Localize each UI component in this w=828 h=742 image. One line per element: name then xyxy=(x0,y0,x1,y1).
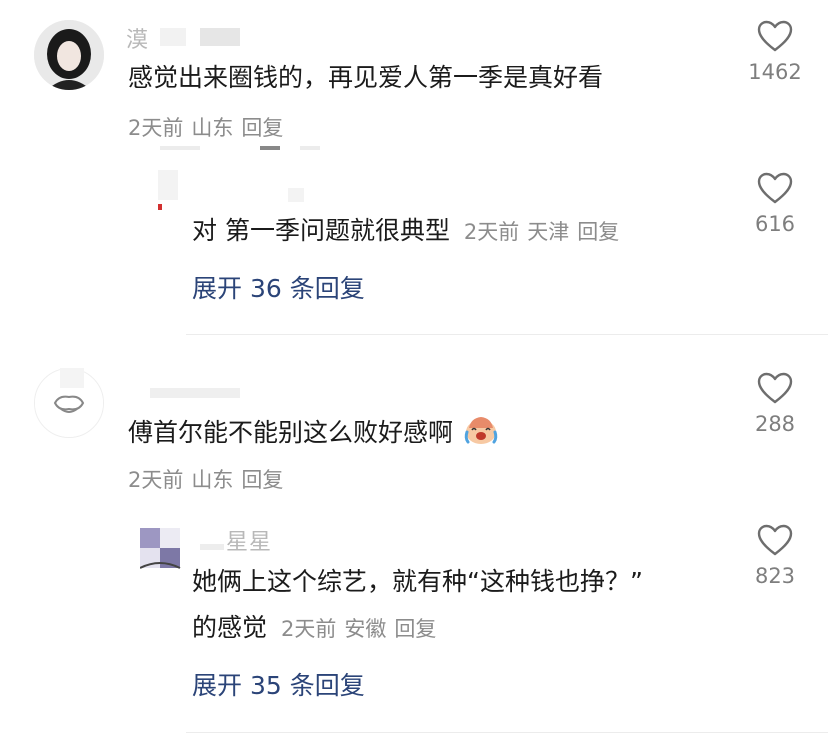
heart-icon[interactable] xyxy=(757,372,793,404)
heart-icon[interactable] xyxy=(757,20,793,52)
mosaic-block xyxy=(160,146,200,150)
reply-location: 安徽 xyxy=(344,617,387,641)
reply-location: 天津 xyxy=(527,220,570,244)
mosaic-block xyxy=(200,28,240,46)
like-button[interactable]: 616 xyxy=(740,172,810,236)
mosaic-block xyxy=(288,188,304,202)
reply-date: 2天前 xyxy=(280,617,337,641)
avatar[interactable] xyxy=(140,528,184,572)
username[interactable]: 漠 xyxy=(126,22,149,54)
mosaic-block xyxy=(260,146,280,150)
heart-icon[interactable] xyxy=(757,524,793,556)
username-text: 漠 xyxy=(126,28,150,53)
comment-meta: 2天前 山东 回复 xyxy=(128,112,291,142)
divider xyxy=(186,732,828,733)
username-text: 星星 xyxy=(226,530,273,555)
avatar[interactable] xyxy=(140,168,184,212)
comment-text: 感觉出来圈钱的，再见爱人第一季是真好看 xyxy=(128,63,604,92)
reply-text-line-1: 她俩上这个综艺，就有种“这种钱也挣？” xyxy=(192,567,643,596)
like-count: 288 xyxy=(754,412,796,436)
mosaic-block xyxy=(160,28,186,46)
username[interactable]: 星星 xyxy=(226,524,272,556)
reply-date: 2天前 xyxy=(463,220,520,244)
reply-text-content: 的感觉 xyxy=(192,613,268,642)
reply-text: 对 第一季问题就很典型 2天前 天津 回复 xyxy=(192,215,627,246)
like-button[interactable]: 823 xyxy=(740,524,810,588)
comment-text-content: 傅首尔能不能别这么败好感啊 xyxy=(128,418,454,447)
mosaic-block xyxy=(150,388,240,398)
comment-date: 2天前 xyxy=(128,468,184,492)
comment-meta: 2天前 山东 回复 xyxy=(128,464,291,494)
mosaic-block xyxy=(60,368,84,388)
comment-date: 2天前 xyxy=(128,116,184,140)
like-count: 823 xyxy=(754,564,796,588)
reply-text-content: 对 第一季问题就很典型 xyxy=(192,216,450,245)
reply-button[interactable]: 回复 xyxy=(241,468,283,492)
reply-button[interactable]: 回复 xyxy=(577,220,619,244)
reply-meta: 2天前 安徽 回复 xyxy=(281,617,444,641)
heart-icon[interactable] xyxy=(757,172,793,204)
comment-text: 傅首尔能不能别这么败好感啊 xyxy=(128,414,499,453)
like-button[interactable]: 288 xyxy=(740,372,810,436)
divider xyxy=(186,334,828,335)
like-count: 616 xyxy=(754,212,796,236)
comment-location: 山东 xyxy=(191,468,234,492)
mosaic-block xyxy=(300,146,320,150)
reply-meta: 2天前 天津 回复 xyxy=(464,220,627,244)
expand-replies-button[interactable]: 展开 36 条回复 xyxy=(192,269,365,305)
comment-location: 山东 xyxy=(191,116,234,140)
like-button[interactable]: 1462 xyxy=(740,20,810,84)
reply-text-line-2: 的感觉 2天前 安徽 回复 xyxy=(192,612,444,643)
reply-button[interactable]: 回复 xyxy=(241,116,283,140)
reply-button[interactable]: 回复 xyxy=(394,617,436,641)
mosaic-block xyxy=(200,544,224,550)
avatar[interactable] xyxy=(34,20,104,90)
expand-replies-button[interactable]: 展开 35 条回复 xyxy=(192,666,365,702)
crying-face-emoji-icon xyxy=(463,414,499,453)
like-count: 1462 xyxy=(748,60,802,84)
